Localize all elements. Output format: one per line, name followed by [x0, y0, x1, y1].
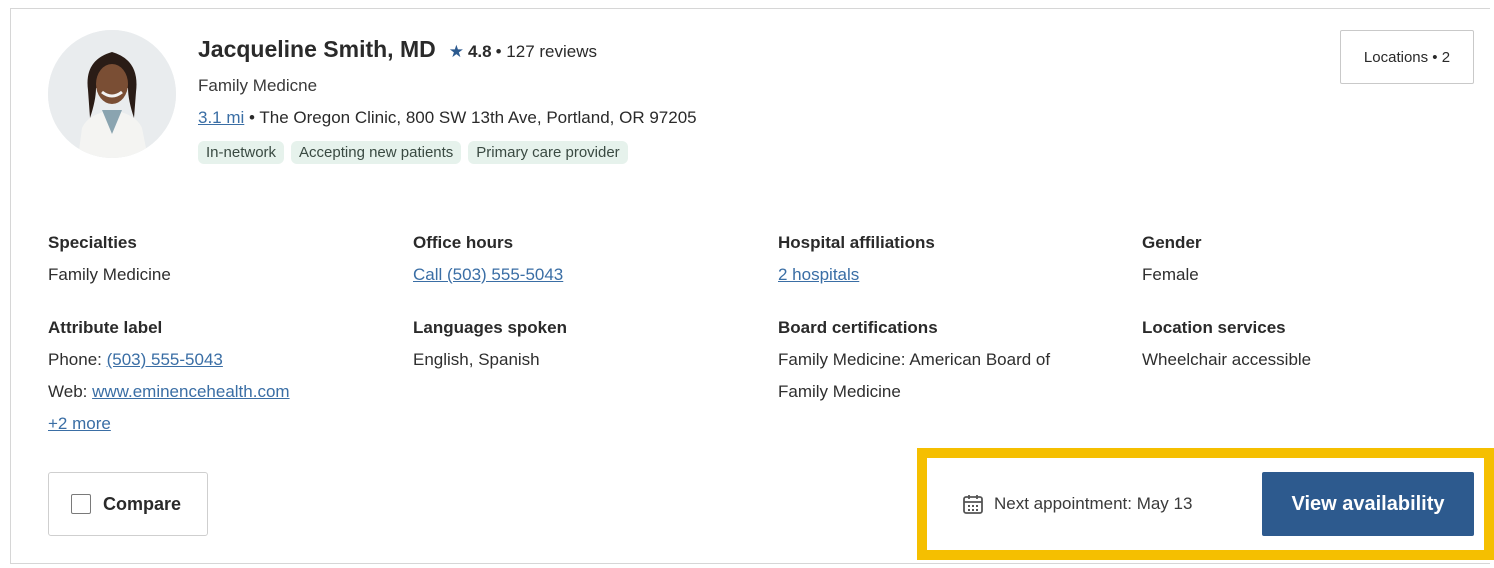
- attr-value: Wheelchair accessible: [1142, 350, 1312, 369]
- checkbox-icon[interactable]: [71, 494, 91, 514]
- compare-button[interactable]: Compare: [48, 472, 208, 536]
- provider-address: • The Oregon Clinic, 800 SW 13th Ave, Po…: [244, 108, 697, 127]
- attr-value: Family Medicine: [48, 265, 171, 284]
- provider-tags: In-network Accepting new patients Primar…: [198, 141, 628, 164]
- provider-specialty: Family Medicne: [198, 76, 318, 95]
- provider-header: Jacqueline Smith, MD ★ 4.8 • 127 reviews: [198, 36, 597, 63]
- calendar-icon: [963, 495, 983, 514]
- attr-value: Family Medicine: [778, 382, 901, 401]
- attr-hospital-affiliations: Hospital affiliations 2 hospitals: [778, 227, 935, 291]
- attr-label: Board certifications: [778, 318, 938, 337]
- attr-label: Hospital affiliations: [778, 233, 935, 252]
- hospitals-link[interactable]: 2 hospitals: [778, 265, 859, 284]
- attr-label: Attribute label: [48, 318, 163, 337]
- attr-attribute-label: Attribute label Phone: (503) 555-5043 We…: [48, 312, 290, 440]
- attr-board-certifications: Board certifications Family Medicine: Am…: [778, 312, 1050, 408]
- attr-label: Gender: [1142, 233, 1202, 252]
- web-prefix: Web:: [48, 382, 93, 401]
- attr-office-hours: Office hours Call (503) 555-5043: [413, 227, 563, 291]
- attr-label: Languages spoken: [413, 318, 567, 337]
- attr-label: Location services: [1142, 318, 1286, 337]
- distance-link[interactable]: 3.1 mi: [198, 108, 244, 127]
- more-link[interactable]: +2 more: [48, 414, 111, 433]
- call-office-link[interactable]: Call (503) 555-5043: [413, 265, 563, 284]
- attr-languages: Languages spoken English, Spanish: [413, 312, 567, 376]
- next-appointment: Next appointment: May 13: [962, 493, 1192, 515]
- reviews-count: • 127 reviews: [495, 42, 597, 61]
- provider-name[interactable]: Jacqueline Smith, MD: [198, 36, 436, 63]
- website-link[interactable]: www.eminencehealth.com: [92, 382, 289, 401]
- attr-specialties: Specialties Family Medicine: [48, 227, 171, 291]
- rating-value: 4.8: [467, 42, 492, 61]
- attr-value: Female: [1142, 265, 1199, 284]
- attr-label: Office hours: [413, 233, 514, 252]
- locations-button[interactable]: Locations • 2: [1340, 30, 1474, 84]
- provider-avatar: [48, 30, 176, 158]
- provider-location: 3.1 mi • The Oregon Clinic, 800 SW 13th …: [198, 108, 697, 128]
- attr-value: Family Medicine: American Board of: [778, 350, 1051, 369]
- phone-prefix: Phone:: [48, 350, 107, 369]
- attr-value: English, Spanish: [413, 350, 540, 369]
- tag-in-network: In-network: [198, 141, 285, 164]
- attr-label: Specialties: [48, 233, 137, 252]
- star-icon: ★: [448, 42, 464, 61]
- phone-link[interactable]: (503) 555-5043: [107, 350, 223, 369]
- compare-label: Compare: [103, 493, 182, 514]
- view-availability-button[interactable]: View availability: [1262, 472, 1474, 536]
- attr-location-services: Location services Wheelchair accessible: [1142, 312, 1311, 376]
- tag-accepting-new-patients: Accepting new patients: [291, 141, 462, 164]
- tag-primary-care-provider: Primary care provider: [468, 141, 628, 164]
- attr-gender: Gender Female: [1142, 227, 1202, 291]
- next-appointment-text: Next appointment: May 13: [994, 494, 1193, 513]
